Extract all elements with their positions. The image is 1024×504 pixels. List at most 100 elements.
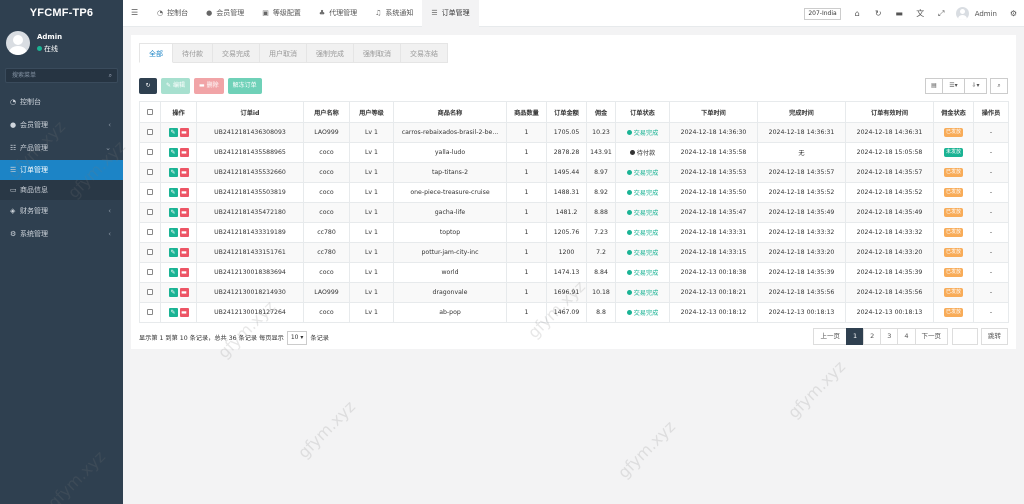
delete-row-icon[interactable]: ▬ xyxy=(179,308,189,317)
delete-row-icon[interactable]: ▬ xyxy=(179,188,189,197)
delete-row-icon[interactable]: ▬ xyxy=(179,228,189,237)
tab-dashboard[interactable]: ◔ 控制台 xyxy=(148,0,197,27)
sidebar-item-orders[interactable]: ☰ 订单管理 xyxy=(0,160,123,180)
sidebar-item-dashboard[interactable]: ◔ 控制台 xyxy=(0,91,123,114)
table-row[interactable]: ✎ ▬ UB2412181435588965 coco Lv 1 yalla-ludo 1 2… xyxy=(139,142,1009,163)
menu-toggle-icon[interactable]: ☰ xyxy=(131,8,138,17)
edit-row-icon[interactable]: ✎ xyxy=(168,188,178,197)
tab-members[interactable]: ● 会员管理 xyxy=(197,0,253,27)
edit-row-icon[interactable]: ✎ xyxy=(168,128,178,137)
delete-row-icon[interactable]: ▬ xyxy=(179,208,189,217)
gear-icon[interactable]: ⚙ xyxy=(1003,9,1024,18)
sidebar-item-products[interactable]: ☷ 产品管理 ⌄ xyxy=(0,137,123,160)
table-row[interactable]: ✎ ▬ UB2412130018127264 coco Lv 1 ab-pop 1 1467.… xyxy=(139,302,1009,323)
toggle-view-button[interactable]: ▤ xyxy=(925,78,943,94)
jump-button[interactable]: 跳转 xyxy=(981,328,1008,345)
tab-completed[interactable]: 交易完成 xyxy=(213,43,260,63)
row-checkbox[interactable] xyxy=(139,142,161,163)
sidebar-item-product-info[interactable]: ▭ 商品信息 xyxy=(0,180,123,200)
row-checkbox[interactable] xyxy=(139,262,161,283)
table-row[interactable]: ✎ ▬ UB2412181435472180 coco Lv 1 gacha-life 1 1… xyxy=(139,202,1009,223)
export-button[interactable]: ⇩▾ xyxy=(964,78,987,94)
table-cell: 1696.91 xyxy=(546,282,587,303)
columns-button[interactable]: ☰▾ xyxy=(942,78,965,94)
page-button[interactable]: 2 xyxy=(863,328,882,345)
tab-notifications[interactable]: ♫ 系统通知 xyxy=(366,0,422,27)
page-button[interactable]: 4 xyxy=(897,328,916,345)
row-checkbox[interactable] xyxy=(139,302,161,323)
tab-force-completed[interactable]: 强制完成 xyxy=(307,43,354,63)
edit-row-icon[interactable]: ✎ xyxy=(168,268,178,277)
table-row[interactable]: ✎ ▬ UB2412181433151761 cc780 Lv 1 pottur-jam-… xyxy=(139,242,1009,263)
watermark: gfym.xyz xyxy=(783,356,850,423)
page-button[interactable]: 1 xyxy=(845,328,865,345)
row-checkbox[interactable] xyxy=(139,222,161,243)
row-checkbox[interactable] xyxy=(139,242,161,263)
edit-row-icon[interactable]: ✎ xyxy=(168,208,178,217)
edit-button[interactable]: ✎ 编辑 xyxy=(161,78,190,94)
page-size-select[interactable]: 10 ▾ xyxy=(286,331,308,345)
sidebar-item-finance[interactable]: ◈ 财务管理 ‹ xyxy=(0,200,123,223)
column-header[interactable]: 订单id xyxy=(196,101,304,123)
delete-row-icon[interactable]: ▬ xyxy=(179,148,189,157)
delete-row-icon[interactable]: ▬ xyxy=(179,168,189,177)
row-checkbox[interactable] xyxy=(139,162,161,183)
unfreeze-order-button[interactable]: 解冻订单 xyxy=(227,78,262,94)
table-row[interactable]: ✎ ▬ UB2412181436308093 LAO999 Lv 1 carros-reb… xyxy=(139,122,1009,143)
language-icon[interactable]: 文 xyxy=(910,8,931,19)
row-checkbox[interactable] xyxy=(139,202,161,223)
tab-level-config[interactable]: ▣ 等级配置 xyxy=(253,0,310,27)
table-cell: 交易完成 xyxy=(615,222,670,243)
delete-row-icon[interactable]: ▬ xyxy=(179,288,189,297)
search-button[interactable]: ⌕ xyxy=(990,78,1008,94)
jump-page-input[interactable] xyxy=(952,328,978,345)
sidebar-item-system[interactable]: ⚙ 系统管理 ‹ xyxy=(0,223,123,246)
menu-search-input[interactable]: 搜索菜单 ⌕ xyxy=(5,68,118,83)
edit-row-icon[interactable]: ✎ xyxy=(168,228,178,237)
table-row[interactable]: ✎ ▬ UB2412181435532660 coco Lv 1 tap-titans-2… xyxy=(139,162,1009,183)
table-cell: Lv 1 xyxy=(349,262,394,283)
tab-orders[interactable]: ☰ 订单管理 xyxy=(422,0,479,27)
select-all-checkbox[interactable] xyxy=(139,101,161,123)
page-button[interactable]: 3 xyxy=(880,328,899,345)
table-cell: LAO999 xyxy=(303,122,350,143)
tab-force-cancelled[interactable]: 强制取消 xyxy=(354,43,401,63)
edit-row-icon[interactable]: ✎ xyxy=(168,288,178,297)
delete-row-icon[interactable]: ▬ xyxy=(179,268,189,277)
row-checkbox[interactable] xyxy=(139,182,161,203)
table-row[interactable]: ✎ ▬ UB2412130018214930 LAO999 Lv 1 dragonvale… xyxy=(139,282,1009,303)
domain-selector[interactable]: 207-India xyxy=(804,7,841,20)
edit-row-icon[interactable]: ✎ xyxy=(168,168,178,177)
delete-button[interactable]: ▬ 删除 xyxy=(193,78,224,94)
refresh-button[interactable]: ↻ xyxy=(139,78,157,94)
delete-row-icon[interactable]: ▬ xyxy=(179,248,189,257)
home-icon[interactable]: ⌂ xyxy=(847,9,868,18)
tab-pending-payment[interactable]: 待付款 xyxy=(173,43,213,63)
delete-row-icon[interactable]: ▬ xyxy=(179,128,189,137)
tab-frozen[interactable]: 交易冻结 xyxy=(401,43,448,63)
edit-row-icon[interactable]: ✎ xyxy=(168,308,178,317)
prev-page-button[interactable]: 上一页 xyxy=(813,328,847,345)
table-cell: yalla-ludo xyxy=(393,142,507,163)
edit-row-icon[interactable]: ✎ xyxy=(168,248,178,257)
user-menu[interactable]: Admin xyxy=(955,7,997,20)
search-icon[interactable]: ⌕ xyxy=(109,69,112,82)
avatar[interactable] xyxy=(6,31,30,55)
tab-all[interactable]: 全部 xyxy=(139,43,173,63)
table-row[interactable]: ✎ ▬ UB2412181433319189 cc780 Lv 1 toptop 1 1205… xyxy=(139,222,1009,243)
export-icon: ⇩▾ xyxy=(971,82,980,89)
edit-row-icon[interactable]: ✎ xyxy=(168,148,178,157)
sidebar-item-members[interactable]: ● 会员管理 ‹ xyxy=(0,114,123,137)
row-checkbox[interactable] xyxy=(139,122,161,143)
table-cell: 2024-12-18 14:33:32 xyxy=(845,222,934,243)
refresh-icon[interactable]: ↻ xyxy=(868,9,889,18)
table-cell: Lv 1 xyxy=(349,302,394,323)
tab-agents[interactable]: ♣ 代理管理 xyxy=(310,0,366,27)
tab-user-cancelled[interactable]: 用户取消 xyxy=(260,43,307,63)
trash-icon[interactable]: ▬ xyxy=(889,9,910,18)
row-checkbox[interactable] xyxy=(139,282,161,303)
table-row[interactable]: ✎ ▬ UB2412181435503819 coco Lv 1 one-piece-tr… xyxy=(139,182,1009,203)
fullscreen-icon[interactable]: ⤢ xyxy=(931,9,952,19)
next-page-button[interactable]: 下一页 xyxy=(914,328,948,345)
table-row[interactable]: ✎ ▬ UB2412130018383694 coco Lv 1 world 1 1474.1… xyxy=(139,262,1009,283)
